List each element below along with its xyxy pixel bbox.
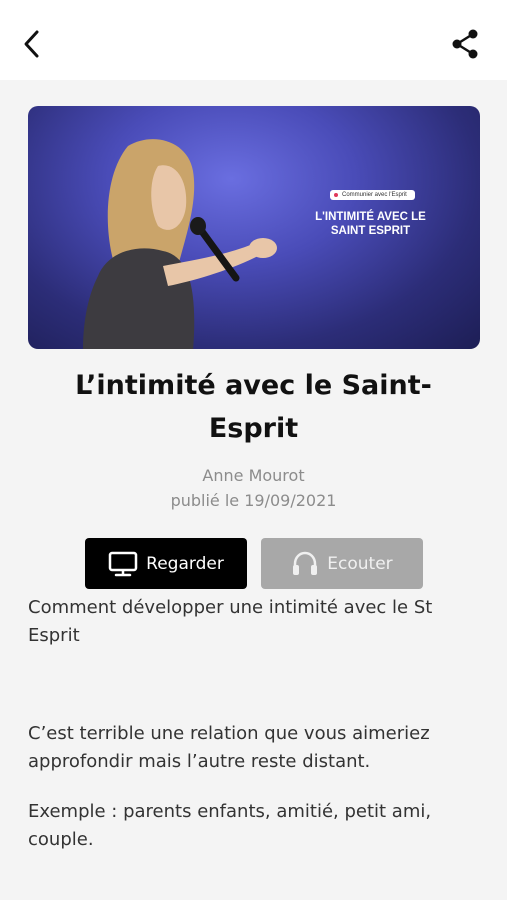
author-name: Anne Mourot xyxy=(202,466,305,485)
speaker-illustration xyxy=(83,139,277,349)
share-icon xyxy=(452,29,478,59)
watch-label: Regarder xyxy=(146,553,224,574)
back-button[interactable] xyxy=(16,28,48,60)
hero-tag-label: Communier avec l'Esprit xyxy=(342,192,407,198)
listen-button[interactable]: Ecouter xyxy=(261,538,423,589)
page-title: L’intimité avec le Saint-Esprit xyxy=(75,370,432,444)
watch-button[interactable]: Regarder xyxy=(85,538,247,589)
hero-tag: Communier avec l'Esprit xyxy=(330,190,415,200)
top-bar xyxy=(0,0,507,80)
description-example: Exemple : parents enfants, amitié, petit… xyxy=(28,801,432,850)
tag-dot xyxy=(334,193,338,197)
headphones-icon xyxy=(293,551,318,575)
chevron-left-icon xyxy=(24,30,39,58)
tv-icon xyxy=(108,551,138,576)
sermon-thumbnail[interactable]: Communier avec l'Esprit L'INTIMITÉ AVEC … xyxy=(28,106,480,349)
published-date: publié le 19/09/2021 xyxy=(170,491,337,510)
description-intro: Comment développer une intimité avec le … xyxy=(28,597,433,646)
listen-label: Ecouter xyxy=(327,553,393,574)
hero-title: L'INTIMITÉ AVEC LE SAINT ESPRIT xyxy=(315,211,426,237)
share-button[interactable] xyxy=(447,26,483,62)
description-paragraph: C’est terrible une relation que vous aim… xyxy=(28,723,430,772)
